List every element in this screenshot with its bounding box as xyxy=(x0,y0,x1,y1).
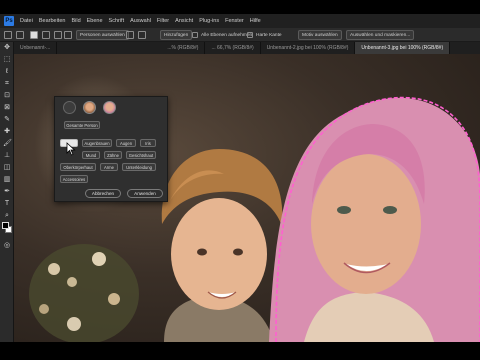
tool-preset-icon[interactable] xyxy=(16,31,24,39)
chip-mouth[interactable]: Mund xyxy=(82,151,100,159)
tab-document-1[interactable]: Unbenannt-... xyxy=(14,42,58,54)
healing-brush-icon[interactable]: ✚ xyxy=(3,128,11,136)
chip-arms[interactable]: Arme xyxy=(100,163,118,171)
document-canvas[interactable]: Gesamte Person Augenbrauen Augen Iris Mu… xyxy=(14,54,480,342)
menu-edit[interactable]: Bearbeiten xyxy=(39,18,66,24)
object-selection-tool-icon[interactable]: ⌗ xyxy=(3,80,11,88)
menu-window[interactable]: Fenster xyxy=(225,18,244,24)
chip-eyes[interactable]: Augen xyxy=(116,139,136,147)
menu-bar: Ps Datei Bearbeiten Bild Ebene Schrift A… xyxy=(0,14,480,28)
refresh-icon[interactable] xyxy=(126,31,134,39)
frame-tool-icon[interactable]: ⊠ xyxy=(3,104,11,112)
apply-button[interactable]: Anwenden xyxy=(127,189,163,198)
quick-mask-icon[interactable]: ◎ xyxy=(3,242,11,250)
tab-document-4[interactable]: Unbenannt-2.jpg bei 100% (RGB/8#) xyxy=(261,42,356,54)
person-thumbnail-woman[interactable] xyxy=(103,101,116,114)
menu-file[interactable]: Datei xyxy=(20,18,33,24)
select-people-button[interactable]: Personen auswählen xyxy=(76,30,129,40)
select-subject-button[interactable]: Motiv auswählen xyxy=(298,30,342,40)
chip-eyebrows[interactable]: Augenbrauen xyxy=(82,139,112,147)
move-tool-icon[interactable]: ✥ xyxy=(3,44,11,52)
home-icon[interactable] xyxy=(4,31,12,39)
tab-document-3[interactable]: ... 66,7% (RGB/8#) xyxy=(205,42,261,54)
menu-plugins[interactable]: Plug-ins xyxy=(199,18,219,24)
intersect-selection-icon[interactable] xyxy=(64,31,72,39)
letterbox-top xyxy=(0,0,480,14)
eraser-tool-icon[interactable]: ◫ xyxy=(3,164,11,172)
tab-document-2[interactable]: ...% (RGB/8#) xyxy=(161,42,206,54)
type-tool-icon[interactable]: T xyxy=(3,200,11,208)
chip-body-skin[interactable]: Oberkörperhaut xyxy=(60,163,96,171)
menu-select[interactable]: Auswahl xyxy=(130,18,151,24)
menu-type[interactable]: Schrift xyxy=(109,18,125,24)
select-and-mask-button[interactable]: Auswählen und maskieren... xyxy=(346,30,415,40)
brush-tool-icon[interactable]: 🖌 xyxy=(3,140,12,148)
chip-whole-person[interactable]: Gesamte Person xyxy=(64,121,100,129)
chip-accessories[interactable]: Accessoires xyxy=(60,175,88,183)
stamp-tool-icon[interactable]: ⊥ xyxy=(3,152,11,160)
menu-layer[interactable]: Ebene xyxy=(87,18,103,24)
subtract-selection-icon[interactable] xyxy=(54,31,62,39)
gradient-tool-icon[interactable]: ▥ xyxy=(3,176,11,184)
person-thumbnail-boy[interactable] xyxy=(83,101,96,114)
hard-edge-label: Harte Kante xyxy=(256,32,282,38)
chip-clothing[interactable]: Unterkleidung xyxy=(122,163,156,171)
person-generic-icon[interactable] xyxy=(63,101,76,114)
cancel-button[interactable]: Abbrechen xyxy=(85,189,121,198)
lasso-tool-icon[interactable]: ℓ xyxy=(3,68,11,76)
mouse-cursor-icon xyxy=(66,142,76,156)
tab-document-5[interactable]: Unbenannt-3.jpg bei 100% (RGB/8#) xyxy=(355,42,451,54)
tools-panel: ✥ ⬚ ℓ ⌗ ⊡ ⊠ ✎ ✚ 🖌 ⊥ ◫ ▥ ✒ T ⌕ ◎ xyxy=(0,42,14,342)
menu-filter[interactable]: Filter xyxy=(157,18,169,24)
foreground-color-swatch[interactable] xyxy=(2,222,9,229)
crop-tool-icon[interactable]: ⊡ xyxy=(3,92,11,100)
chip-iris[interactable]: Iris xyxy=(140,139,156,147)
new-selection-icon[interactable] xyxy=(30,31,38,39)
menu-view[interactable]: Ansicht xyxy=(175,18,193,24)
woman-figure xyxy=(269,97,480,342)
pen-tool-icon[interactable]: ✒ xyxy=(3,188,11,196)
chip-face-skin[interactable]: Gesichtshaut xyxy=(126,151,156,159)
zoom-tool-icon[interactable]: ⌕ xyxy=(3,212,11,220)
chip-teeth[interactable]: Zähne xyxy=(104,151,122,159)
options-bar: Personen auswählen Hinzufügen Alle Ebene… xyxy=(0,28,480,42)
menu-image[interactable]: Bild xyxy=(71,18,80,24)
mode-dropdown[interactable]: Hinzufügen xyxy=(160,30,193,40)
eyedropper-tool-icon[interactable]: ✎ xyxy=(3,116,11,124)
boy-figure xyxy=(161,149,283,342)
marquee-tool-icon[interactable]: ⬚ xyxy=(3,56,11,64)
letterbox-bottom xyxy=(0,342,480,360)
photoshop-logo: Ps xyxy=(4,16,14,26)
add-selection-icon[interactable] xyxy=(42,31,50,39)
settings-icon[interactable] xyxy=(138,31,146,39)
document-tabs: Unbenannt-... ...% (RGB/8#) ... 66,7% (R… xyxy=(14,42,480,54)
menu-help[interactable]: Hilfe xyxy=(250,18,261,24)
